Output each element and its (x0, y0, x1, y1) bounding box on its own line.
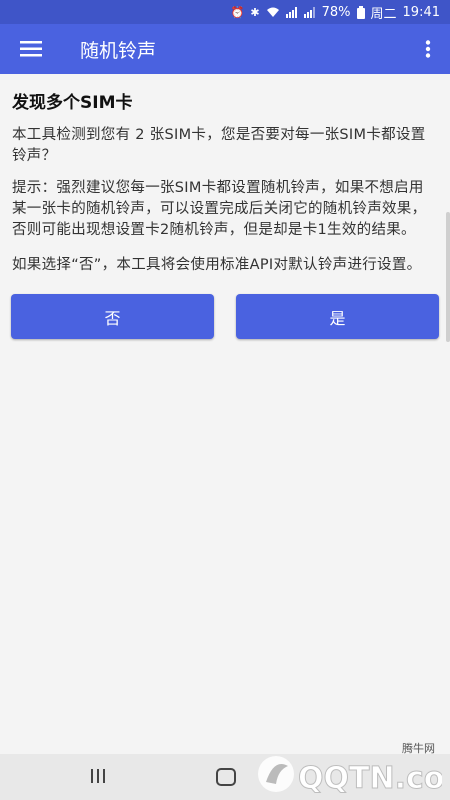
dialog-question: 本工具检测到您有 2 张SIM卡，您是否要对每一张SIM卡都设置铃声？ (12, 127, 426, 164)
yes-button[interactable]: 是 (236, 294, 439, 339)
dialog-buttons: 否 是 (11, 294, 439, 339)
dialog-tip: 提示：强烈建议您每一张SIM卡都设置随机铃声，如果不想启用某一张卡的随机铃声，可… (12, 180, 427, 238)
status-bar: ⏰ ✱ 78% 周二 19:41 (0, 0, 450, 24)
alarm-icon: ⏰ (230, 5, 245, 19)
hamburger-icon (20, 41, 42, 57)
svg-text:腾牛网: 腾牛网 (402, 741, 435, 755)
svg-text:QQTN.com: QQTN.com (298, 761, 442, 796)
wifi-icon (266, 7, 279, 17)
dialog-heading: 发现多个SIM卡 (12, 93, 133, 113)
status-day: 周二 (370, 6, 397, 22)
scrollbar[interactable] (446, 212, 450, 342)
app-bar: 随机铃声 (0, 24, 450, 74)
dialog-note: 如果选择“否”，本工具将会使用标准API对默认铃声进行设置。 (12, 257, 422, 273)
recent-apps-icon[interactable] (90, 769, 106, 783)
app-title: 随机铃声 (80, 39, 157, 62)
bluetooth-icon: ✱ (250, 5, 260, 19)
signal-icon-2 (303, 6, 315, 18)
watermark-logo: 腾牛网 QQTN.com (258, 741, 442, 797)
more-options-button[interactable] (406, 24, 450, 74)
signal-icon (285, 6, 297, 18)
more-vert-icon (425, 40, 431, 58)
dialog-content: 发现多个SIM卡 本工具检测到您有 2 张SIM卡，您是否要对每一张SIM卡都设… (0, 74, 450, 287)
battery-percent: 78% (321, 4, 351, 20)
status-time: 19:41 (402, 4, 440, 20)
menu-button[interactable] (0, 24, 62, 74)
no-button[interactable]: 否 (11, 294, 214, 339)
battery-icon (356, 5, 365, 19)
home-button[interactable] (216, 768, 236, 786)
